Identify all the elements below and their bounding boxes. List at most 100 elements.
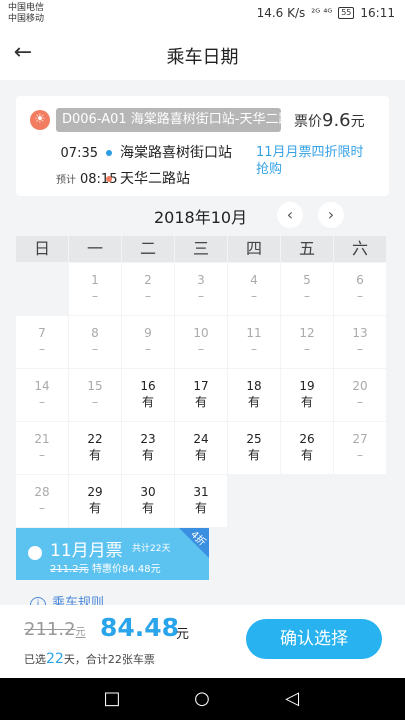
day-status: 有 xyxy=(141,501,154,515)
main-content: ☀ D006-A01 海棠路喜树街口站-天华二路站 票价9.6元 07:35 海棠… xyxy=(0,80,405,610)
day-status: – xyxy=(357,342,363,356)
recent-apps-icon[interactable]: □ xyxy=(100,687,124,711)
day-cell[interactable]: 17 有 xyxy=(175,369,227,421)
confirm-button[interactable]: 确认选择 xyxy=(246,619,382,659)
day-cell[interactable]: 19 有 xyxy=(281,369,333,421)
home-icon[interactable]: ○ xyxy=(190,687,214,711)
monthly-ticket-option[interactable]: 11月月票 共计22天 211.2元 特惠价84.48元 4折 xyxy=(16,528,209,580)
arrive-station: 天华二路站 xyxy=(120,171,190,187)
day-number: 26 xyxy=(299,432,315,446)
day-status: 有 xyxy=(194,501,207,515)
day-cell[interactable]: 16 有 xyxy=(122,369,174,421)
day-number: 27 xyxy=(352,432,368,446)
day-number: 25 xyxy=(246,432,262,446)
price-value: 9.6 xyxy=(322,110,351,131)
day-status: – xyxy=(304,289,310,303)
weekday-label: 五 xyxy=(281,236,334,262)
day-number: 4 xyxy=(250,273,258,287)
day-status: – xyxy=(39,501,45,515)
day-status: 有 xyxy=(88,448,101,462)
day-cell: 2– xyxy=(122,263,174,315)
day-status: – xyxy=(251,342,257,356)
day-number: 13 xyxy=(352,326,368,340)
day-status: – xyxy=(357,289,363,303)
next-month-button[interactable]: › xyxy=(318,202,344,228)
day-cell[interactable]: 26 有 xyxy=(281,422,333,474)
page-title: 乘车日期 xyxy=(166,47,239,68)
price-unit: 元 xyxy=(350,114,365,130)
battery-icon: 55 xyxy=(338,7,355,19)
back-icon[interactable]: ◁ xyxy=(280,687,304,711)
day-cell[interactable]: 25 有 xyxy=(228,422,280,474)
day-status: – xyxy=(304,342,310,356)
promo-link[interactable]: 11月月票四折限时抢购 xyxy=(256,144,376,178)
day-number: 31 xyxy=(193,485,209,499)
status-right: 14.6 K/s ²ᴳ ⁴ᴳ 55 16:11 xyxy=(257,6,395,20)
day-cell: 10 – xyxy=(175,316,227,368)
monthly-title: 11月月票 xyxy=(50,541,123,561)
summary-suffix: 天，合计22张车票 xyxy=(63,653,155,666)
prev-month-button[interactable]: ‹ xyxy=(277,202,303,228)
day-cell[interactable]: 22 有 xyxy=(69,422,121,474)
sun-icon: ☀ xyxy=(30,110,50,130)
empty-day-cell xyxy=(16,263,68,315)
day-status: – xyxy=(39,342,45,356)
day-cell: 8– xyxy=(69,316,121,368)
day-status: – xyxy=(198,289,204,303)
day-status: – xyxy=(39,395,45,409)
weekday-label: 一 xyxy=(69,236,122,262)
checkout-bar: 211.2元 84.48 元 已选22天，合计22张车票 确认选择 xyxy=(0,605,405,678)
header: ← 乘车日期 xyxy=(0,30,405,80)
carrier-info: 中国电信 中国移动 xyxy=(8,3,44,25)
day-number: 14 xyxy=(34,379,50,393)
day-number: 2 xyxy=(144,273,152,287)
day-status: – xyxy=(39,448,45,462)
selection-summary: 已选22天，合计22张车票 xyxy=(24,651,155,667)
day-status: – xyxy=(92,289,98,303)
day-number: 5 xyxy=(303,273,311,287)
day-number: 11 xyxy=(246,326,262,340)
day-grid: 1–2–3–4–5–6–7–8–9–10–11–12–13–14–15–16 有 1… xyxy=(16,263,389,527)
final-total: 84.48 xyxy=(100,613,180,642)
day-number: 9 xyxy=(144,326,152,340)
day-status: – xyxy=(145,289,151,303)
clock: 16:11 xyxy=(360,6,395,20)
month-label: 2018年10月 xyxy=(154,208,248,227)
day-cell: 7– xyxy=(16,316,68,368)
day-number: 20 xyxy=(352,379,368,393)
arrive-prefix: 预计 xyxy=(56,175,76,186)
day-cell: 14 – xyxy=(16,369,68,421)
status-bar: 中国电信 中国移动 14.6 K/s ²ᴳ ⁴ᴳ 55 16:11 xyxy=(0,0,405,30)
ticket-price: 票价9.6元 xyxy=(294,110,365,131)
day-number: 23 xyxy=(140,432,156,446)
day-cell[interactable]: 18 有 xyxy=(228,369,280,421)
day-cell[interactable]: 23 有 xyxy=(122,422,174,474)
radio-icon[interactable] xyxy=(28,546,42,560)
day-cell[interactable]: 29 有 xyxy=(69,475,121,527)
day-number: 19 xyxy=(299,379,315,393)
monthly-orig-price: 211.2元 xyxy=(50,564,89,575)
weekday-label: 四 xyxy=(228,236,281,262)
carrier-2: 中国移动 xyxy=(8,14,45,24)
weekday-label: 二 xyxy=(122,236,175,262)
trip-card: ☀ D006-A01 海棠路喜树街口站-天华二路站 票价9.6元 07:35 海棠… xyxy=(16,96,389,196)
day-cell: 12 – xyxy=(281,316,333,368)
day-number: 15 xyxy=(87,379,103,393)
original-total-value: 211.2 xyxy=(24,619,76,640)
day-cell[interactable]: 30 有 xyxy=(122,475,174,527)
day-cell[interactable]: 31 有 xyxy=(175,475,227,527)
system-nav-bar: □ ○ ◁ xyxy=(0,678,405,720)
monthly-special-price: 特惠价84.48元 xyxy=(92,564,161,575)
day-cell: 11 – xyxy=(228,316,280,368)
summary-days: 22 xyxy=(46,651,64,667)
day-status: – xyxy=(92,395,98,409)
day-status: – xyxy=(357,395,363,409)
day-status: – xyxy=(357,448,363,462)
day-number: 12 xyxy=(299,326,315,340)
depart-dot-icon xyxy=(106,149,112,156)
day-status: 有 xyxy=(300,395,313,409)
arrive-row: 预计 08:15 天华二路站 xyxy=(56,168,190,188)
day-status: 有 xyxy=(141,395,154,409)
day-number: 10 xyxy=(193,326,209,340)
day-cell[interactable]: 24 有 xyxy=(175,422,227,474)
